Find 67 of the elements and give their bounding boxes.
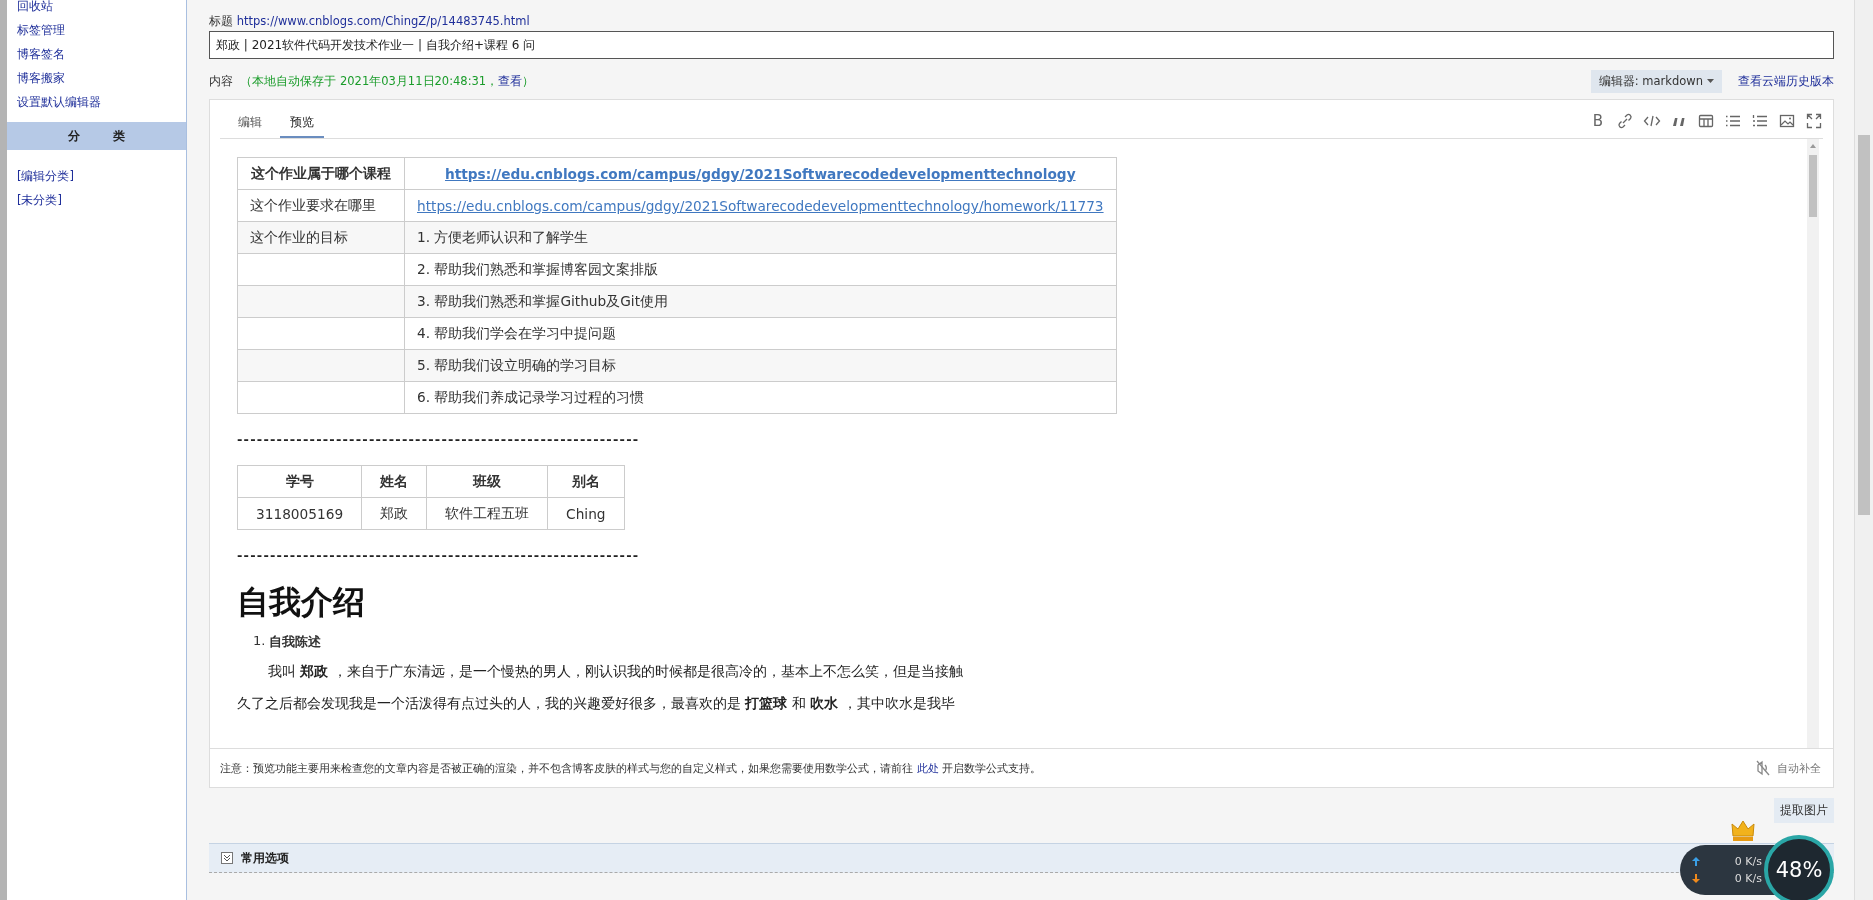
upload-arrow-icon	[1692, 857, 1700, 866]
table-cell: 3118005169	[237, 497, 362, 530]
collapse-toggle[interactable]	[221, 852, 233, 864]
view-link[interactable]: 查看	[498, 73, 523, 89]
extract-images-button[interactable]: 提取图片	[1774, 798, 1834, 823]
goal-text: 5. 帮助我们设立明确的学习目标	[417, 356, 617, 373]
title-label: 标题	[209, 14, 233, 28]
table-icon[interactable]	[1697, 112, 1715, 130]
image-icon[interactable]	[1778, 112, 1796, 130]
scrollbar[interactable]	[1807, 139, 1819, 748]
sidebar-link[interactable]: 设置默认编辑器	[17, 90, 101, 114]
post-url-link[interactable]: https://www.cnblogs.com/ChingZ/p/14483745.html	[236, 14, 530, 28]
content-label: 内容	[209, 73, 233, 89]
download-speed: 0 K/s	[1734, 872, 1762, 885]
category-header: 分 类	[7, 122, 186, 150]
download-arrow-icon	[1692, 874, 1700, 883]
fullscreen-icon[interactable]	[1805, 112, 1823, 130]
page-scrollbar[interactable]	[1854, 0, 1873, 900]
goal-text: 3. 帮助我们熟悉和掌握Github及Git使用	[417, 292, 668, 309]
list-number: 1.	[253, 633, 266, 650]
editor-tab[interactable]: 编辑	[228, 115, 272, 138]
autosave-bracket: ）	[522, 73, 535, 89]
sidebar-link[interactable]: 博客签名	[17, 42, 65, 66]
paragraph: 我叫 郑政 ，来自于广东清远，是一个慢热的男人，刚认识我的时候都是很高冷的，基本上不怎么笑，但是当接触久了之后都会发现我是一个活泼得有点过头的人，我的兴趣爱好很多，最喜欢的是 打篮球 和 吹水 ，其中吹水是我毕	[237, 662, 964, 713]
autocomplete-label: 自动补全	[1777, 760, 1821, 776]
course-link[interactable]: https://edu.cnblogs.com/campus/gdgy/2021Softwarecodedevelopmenttechnology	[445, 165, 1076, 182]
goal-text: 1. 方便老师认识和了解学生	[417, 228, 589, 245]
sidebar-link[interactable]: 标签管理	[17, 18, 65, 42]
table-cell: 郑政	[361, 497, 427, 530]
goal-text: 4. 帮助我们学会在学习中提问题	[417, 324, 617, 341]
table-cell: 软件工程五班	[426, 497, 548, 530]
editor-tab[interactable]: 预览	[280, 115, 324, 138]
editor-dropdown[interactable]: 编辑器: markdown	[1590, 69, 1722, 93]
sidebar-link[interactable]: 博客搬家	[17, 66, 65, 90]
options-label: 常用选项	[241, 849, 289, 867]
sidebar-link[interactable]: 回收站	[17, 0, 53, 18]
caret-icon	[1707, 79, 1714, 83]
upload-speed: 0 K/s	[1734, 855, 1762, 868]
autocomplete-off-icon[interactable]	[1755, 759, 1771, 777]
notice-text: 注意：预览功能主要用来检查您的文章内容是否被正确的渲染，并不包含博客皮肤的样式与您的自定义样式，如果您需要使用数学公式，请前往 此处 开启数学公式支持。	[220, 760, 1041, 776]
table-cell: 这个作业要求在哪里	[237, 189, 405, 222]
scrollbar-thumb[interactable]	[1858, 135, 1870, 515]
goal-text: 6. 帮助我们养成记录学习过程的习惯	[417, 388, 645, 405]
autosave-note: （本地自动保存于 2021年03月11日20:48:31，	[240, 73, 499, 89]
category-link[interactable]: [编辑分类]	[17, 164, 74, 188]
column-header: 学号	[237, 465, 362, 498]
math-support-link[interactable]: 此处	[916, 761, 939, 775]
table-cell: Ching	[547, 497, 624, 530]
scrollbar-thumb[interactable]	[1809, 155, 1817, 217]
chevron-icon	[223, 854, 231, 862]
goal-text: 2. 帮助我们熟悉和掌握博客园文案排版	[417, 260, 659, 277]
list-item: 自我陈述	[269, 633, 322, 651]
history-link[interactable]: 查看云端历史版本	[1738, 73, 1834, 89]
table-cell: 这个作业的目标	[237, 221, 405, 254]
category-link[interactable]: [未分类]	[17, 188, 62, 212]
table-cell: 这个作业属于哪个课程	[237, 157, 405, 190]
title-input[interactable]: 郑政 | 2021软件代码开发技术作业一 | 自我介绍+课程 6 问	[209, 31, 1834, 59]
bold-button[interactable]: B	[1589, 112, 1607, 130]
crown-icon	[1730, 818, 1756, 844]
link-icon[interactable]	[1616, 112, 1634, 130]
column-header: 别名	[547, 465, 624, 498]
dashed-divider: -------------------------------------------------------------	[237, 548, 640, 563]
memory-percent: 48%	[1775, 858, 1823, 882]
column-header: 姓名	[361, 465, 427, 498]
column-header: 班级	[426, 465, 548, 498]
section-heading: 自我介绍	[237, 582, 365, 623]
dashed-divider: -------------------------------------------------------------	[237, 432, 640, 447]
